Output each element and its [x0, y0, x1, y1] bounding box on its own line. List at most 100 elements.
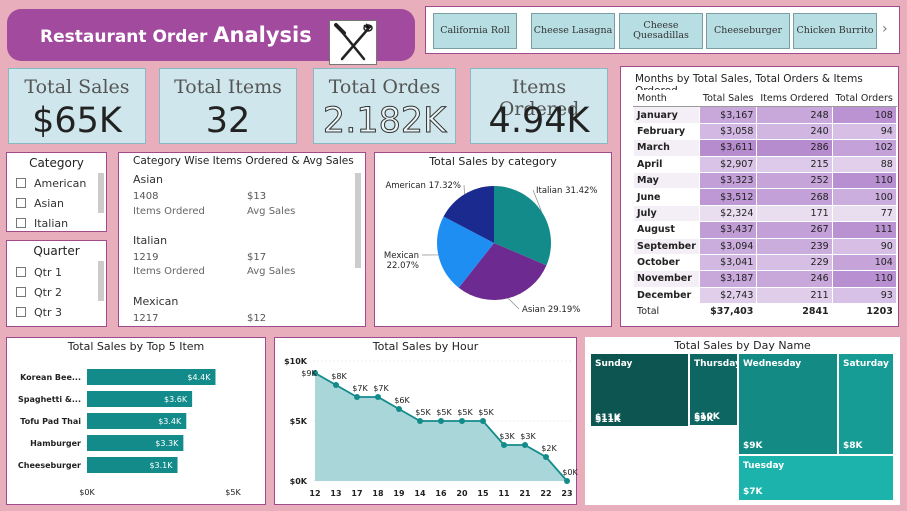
table-row[interactable]: March $3,611 286 102	[633, 139, 897, 157]
checkbox-qtr1[interactable]: Qtr 1	[16, 266, 62, 279]
month-table: Month Total Sales Items Ordered Total Order…	[633, 89, 897, 321]
category-cards: Category Wise Items Ordered & Avg Sales …	[118, 152, 366, 327]
item-chip[interactable]: California Roll	[433, 13, 517, 49]
treemap-label: Thursday	[694, 359, 741, 369]
data-label: $3K	[499, 432, 515, 441]
item-chip[interactable]: Cheese Quesadillas	[619, 13, 703, 49]
treemap-label: Wednesday	[743, 359, 802, 369]
data-point[interactable]	[396, 406, 402, 412]
treemap-cell-wednesday[interactable]: Wednesday $9K	[738, 353, 838, 455]
table-cell: $3,437	[698, 221, 758, 239]
table-row[interactable]: October $3,041 229 104	[633, 253, 897, 272]
data-label: $5K	[457, 408, 473, 417]
table-cell: $2,907	[698, 155, 758, 173]
table-row[interactable]: June $3,512 268 100	[633, 188, 897, 206]
data-label: $9K	[301, 369, 317, 378]
data-point[interactable]	[354, 394, 360, 400]
table-cell: 1203	[831, 303, 897, 321]
x-tick-label: 11	[498, 489, 510, 498]
chevron-right-icon[interactable]: ›	[882, 21, 888, 37]
table-row[interactable]: January $3,167 248 108	[633, 106, 897, 124]
checkbox-qtr2[interactable]: Qtr 2	[16, 286, 62, 299]
item-chip[interactable]: Chicken Burrito	[793, 13, 877, 49]
treemap-cell-tuesday[interactable]: Tuesday $7K	[738, 455, 894, 501]
kpi-label: Total Sales	[24, 76, 130, 98]
data-label: $5K	[436, 408, 452, 417]
table-row[interactable]: September $3,094 239 90	[633, 237, 897, 255]
table-cell: 2841	[756, 303, 833, 321]
table-row[interactable]: December $2,743 211 93	[633, 286, 897, 305]
treemap-label: Monday	[694, 432, 734, 442]
table-cell: 229	[756, 253, 833, 272]
table-cell: 215	[756, 155, 833, 173]
treemap-cell-saturday[interactable]: Saturday $8K	[838, 353, 894, 455]
x-tick-label: 22	[540, 489, 551, 498]
items-label: Items Ordered	[133, 206, 205, 217]
table-cell: 104	[831, 253, 897, 272]
avg-label: Avg Sales	[247, 206, 296, 217]
page-title: Restaurant Order Analysis	[40, 23, 312, 47]
table-header[interactable]: Total Sales	[698, 89, 758, 108]
table-cell: October	[633, 253, 700, 272]
table-row[interactable]: August $3,437 267 111	[633, 221, 897, 239]
data-point[interactable]	[375, 394, 381, 400]
table-header[interactable]: Month	[633, 89, 700, 108]
table-cell: 94	[831, 122, 897, 141]
data-point[interactable]	[417, 418, 423, 424]
bar-category-label: Korean Bee...	[20, 373, 81, 382]
pie-label: Mexican	[384, 251, 419, 261]
treemap-label: Saturday	[843, 359, 889, 369]
data-point[interactable]	[333, 382, 339, 388]
bar-value-label: $4.4K	[187, 373, 211, 382]
checkbox-qtr3[interactable]: Qtr 3	[16, 306, 62, 319]
treemap-cell-friday[interactable]: Friday $11K	[590, 415, 689, 443]
x-tick-label: 18	[372, 489, 384, 498]
items-value: 1217	[133, 313, 159, 324]
data-point[interactable]	[459, 418, 465, 424]
table-row[interactable]: July $2,324 171 77	[633, 204, 897, 223]
treemap-cell-monday[interactable]: Monday $9K	[689, 414, 738, 442]
scrollbar[interactable]	[98, 261, 104, 301]
item-chip[interactable]: Cheese Lasagna	[531, 13, 615, 49]
data-point[interactable]	[438, 418, 444, 424]
data-label: $6K	[394, 396, 410, 405]
checkbox-american[interactable]: American	[16, 177, 86, 190]
table-cell: 246	[756, 270, 833, 288]
pie-label: American 17.32%	[385, 181, 461, 191]
treemap-value: $9K	[694, 414, 714, 424]
data-point[interactable]	[522, 442, 528, 448]
data-point[interactable]	[501, 442, 507, 448]
scrollbar[interactable]	[355, 173, 361, 268]
table-cell: $37,403	[698, 303, 758, 321]
category-slicer: Category American Asian Italian	[6, 152, 107, 232]
treemap-value: $8K	[843, 441, 863, 451]
table-row[interactable]: May $3,323 252 110	[633, 171, 897, 190]
x-tick-label: $0K	[79, 488, 95, 497]
checkbox-asian[interactable]: Asian	[16, 197, 64, 210]
table-cell: 240	[756, 122, 833, 141]
table-header[interactable]: Items Ordered	[756, 89, 833, 108]
table-row[interactable]: February $3,058 240 94	[633, 122, 897, 141]
checkbox-italian[interactable]: Italian	[16, 217, 68, 229]
table-cell: $3,611	[698, 139, 758, 157]
x-tick-label: 16	[435, 489, 447, 498]
table-header[interactable]: Total Orders	[831, 89, 897, 108]
table-cell: 102	[831, 139, 897, 157]
x-tick-label: $5K	[225, 488, 241, 497]
table-row[interactable]: April $2,907 215 88	[633, 155, 897, 173]
bar-category-label: Cheeseburger	[18, 461, 81, 470]
data-point[interactable]	[480, 418, 486, 424]
data-point[interactable]	[543, 454, 549, 460]
table-cell: 248	[756, 106, 833, 124]
table-cell: August	[633, 221, 700, 239]
data-label: $7K	[373, 384, 389, 393]
scrollbar[interactable]	[98, 173, 104, 213]
pie-label: Asian 29.19%	[522, 305, 580, 315]
data-point[interactable]	[564, 478, 570, 484]
table-row[interactable]: November $3,187 246 110	[633, 270, 897, 288]
item-chip[interactable]: Cheeseburger	[706, 13, 790, 49]
table-cell: January	[633, 106, 700, 124]
table-cell: $3,512	[698, 188, 758, 206]
card-title: Category Wise Items Ordered & Avg Sales	[133, 155, 354, 167]
table-cell: $2,743	[698, 286, 758, 305]
